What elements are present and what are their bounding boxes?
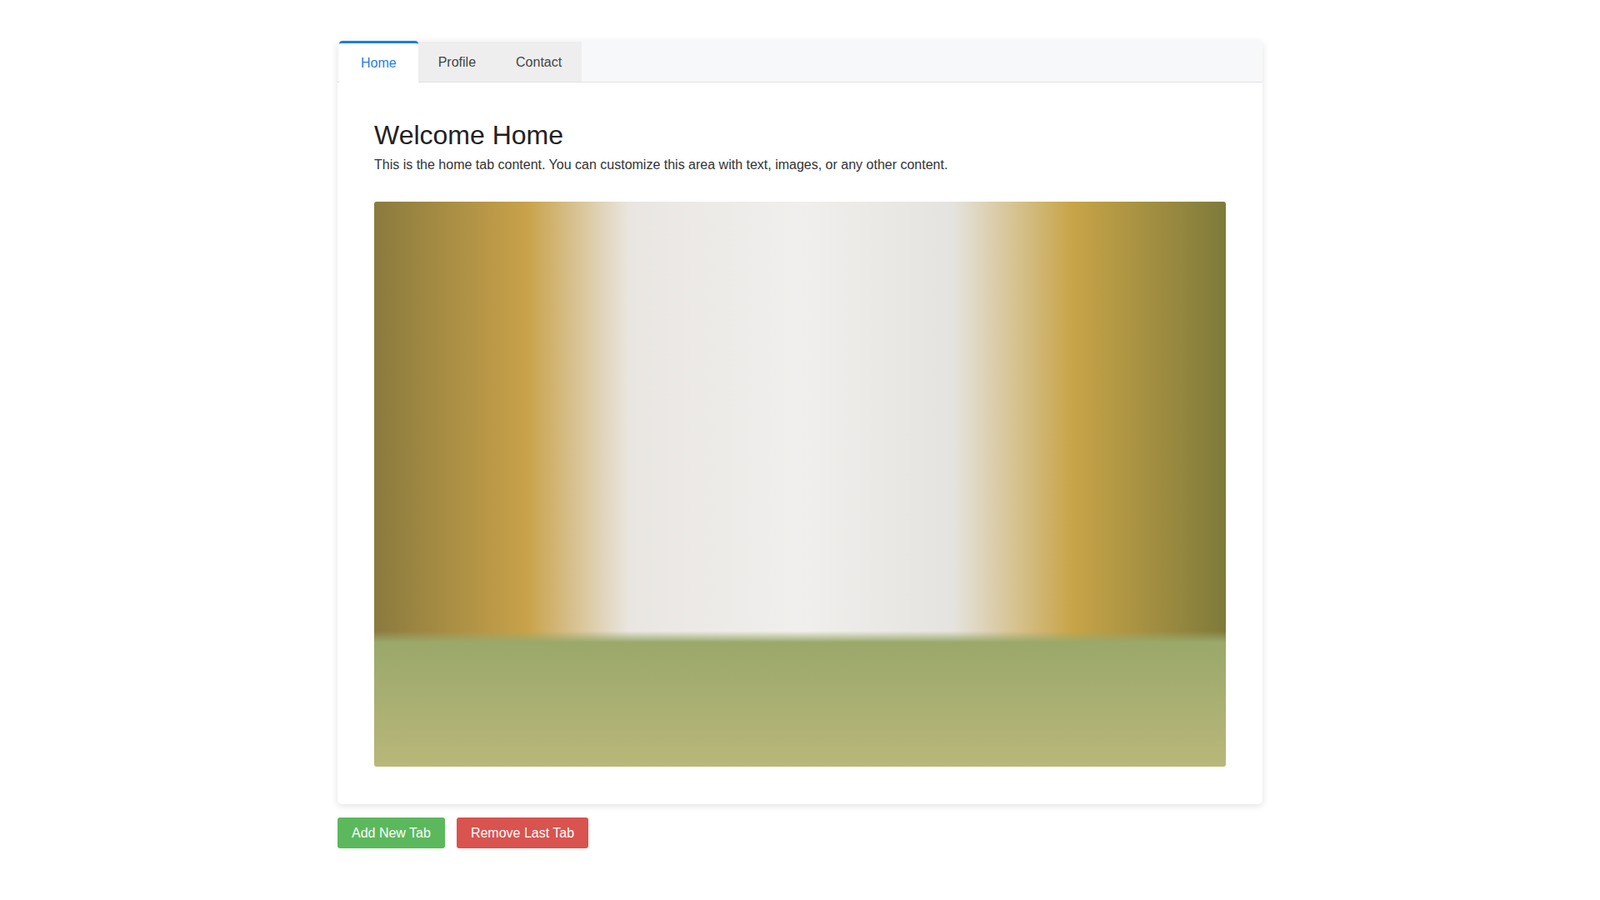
panel-text: This is the home tab content. You can cu… [374, 155, 1226, 175]
tab[interactable]: Home [339, 40, 419, 83]
remove-tab-button[interactable]: Remove Last Tab [456, 817, 589, 849]
add-tab-button[interactable]: Add New Tab [337, 817, 445, 849]
panel-heading: Welcome Home [374, 119, 1226, 151]
tab[interactable]: Profile [418, 41, 496, 82]
tab-panel: Welcome Home This is the home tab content… [337, 82, 1263, 805]
button-row: Add New Tab Remove Last Tab [337, 817, 1263, 849]
page: HomeProfileContact Welcome Home This is th… [337, 40, 1263, 849]
house-photo [374, 201, 1226, 767]
tabs-card: HomeProfileContact Welcome Home This is th… [337, 40, 1263, 805]
tab-bar: HomeProfileContact [337, 40, 1263, 83]
tab[interactable]: Contact [495, 41, 582, 82]
